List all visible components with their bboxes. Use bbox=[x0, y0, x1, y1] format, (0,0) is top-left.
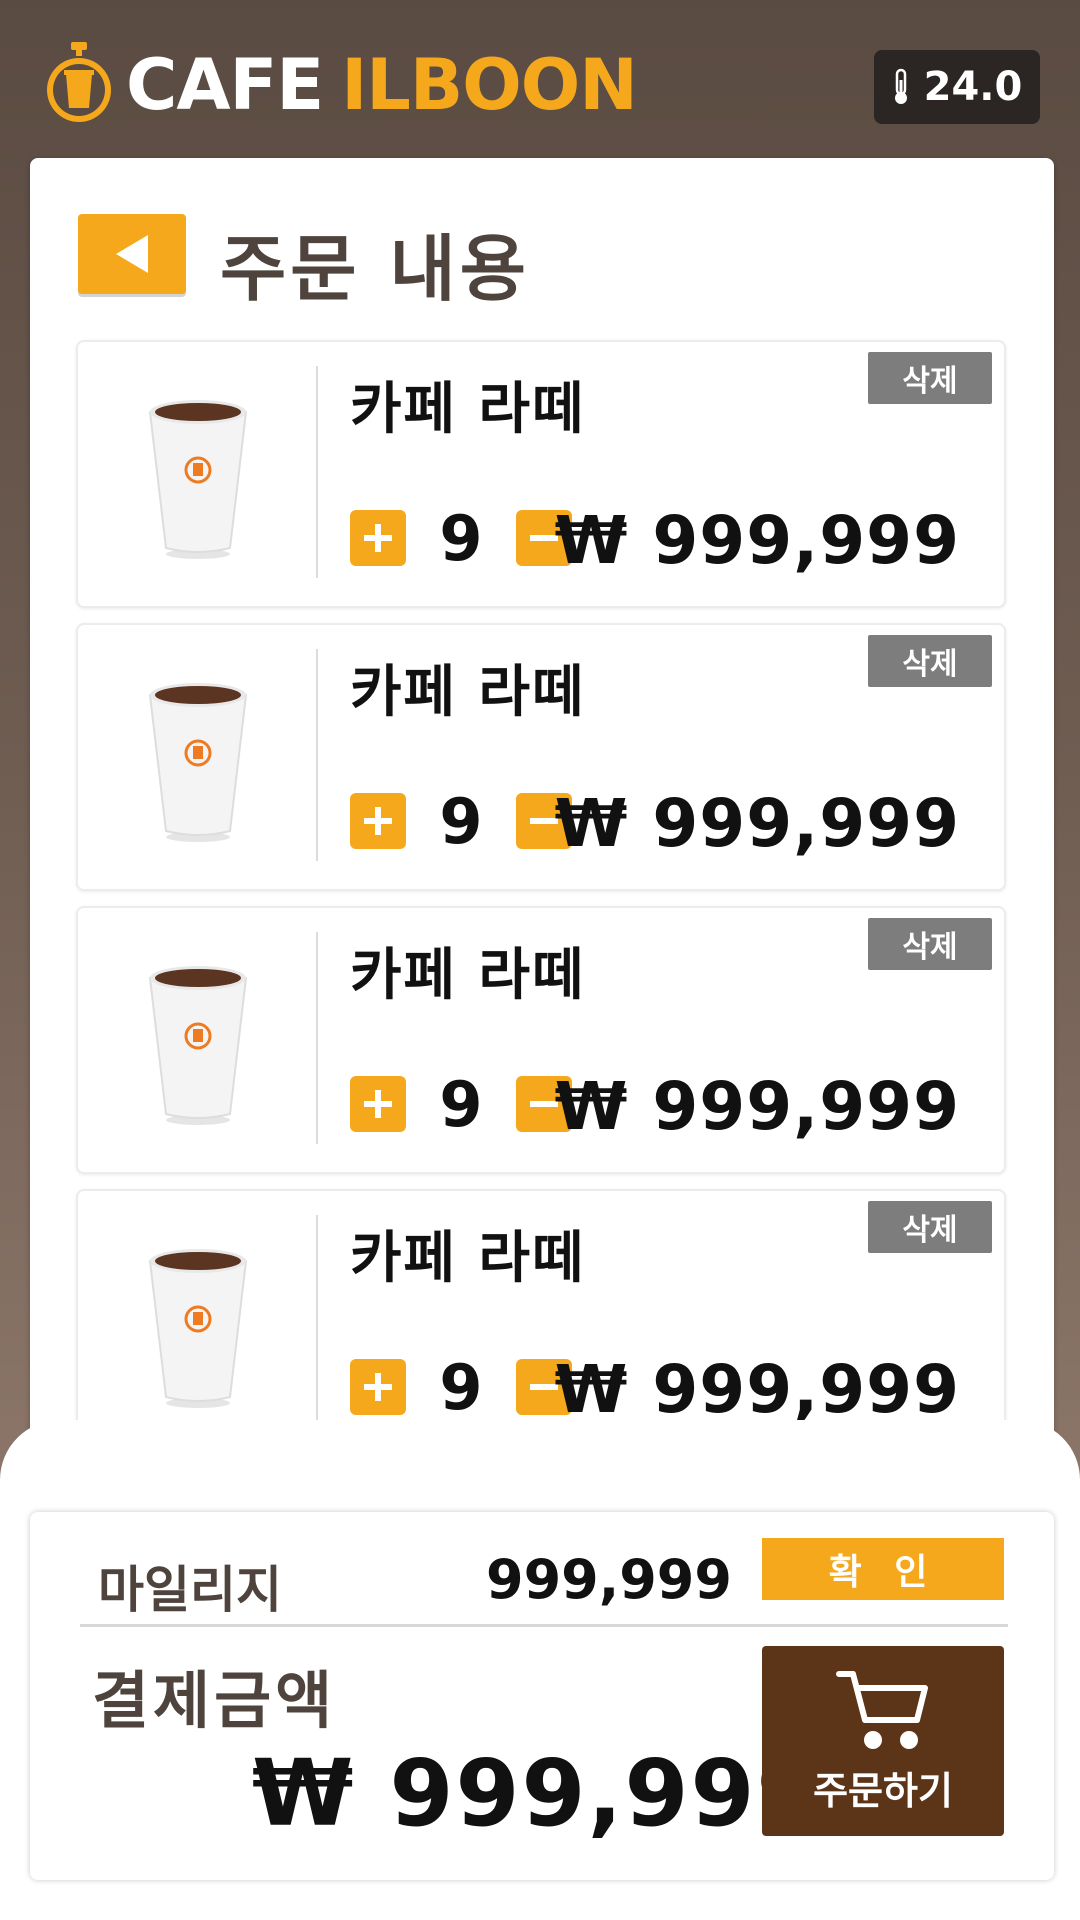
quantity-stepper: 9 bbox=[350, 1068, 572, 1141]
order-item: 카페 라떼 삭제 9 ₩ 999,999 bbox=[76, 340, 1006, 608]
shopping-cart-icon bbox=[836, 1670, 928, 1749]
item-name: 카페 라떼 bbox=[350, 377, 586, 442]
order-item: 카페 라떼 삭제 9 ₩ 999,999 bbox=[76, 1189, 1006, 1457]
quantity-value: 9 bbox=[439, 784, 483, 858]
brand-name-cafe: CAFE bbox=[126, 44, 324, 126]
place-order-label: 주문하기 bbox=[813, 1768, 953, 1813]
header: CAFE ILBOON 24.0 bbox=[0, 0, 1080, 160]
item-price: ₩ 999,999 bbox=[554, 1068, 960, 1145]
thermometer-icon bbox=[894, 68, 907, 104]
back-button[interactable] bbox=[78, 214, 186, 294]
quantity-stepper: 9 bbox=[350, 1351, 572, 1424]
payment-total: ₩ 999,999 bbox=[252, 1740, 823, 1847]
increase-quantity-button[interactable] bbox=[350, 1076, 406, 1132]
order-item: 카페 라떼 삭제 9 ₩ 999,999 bbox=[76, 906, 1006, 1174]
temperature-badge: 24.0 bbox=[874, 50, 1040, 124]
delete-button[interactable]: 삭제 bbox=[868, 635, 992, 687]
mileage-confirm-button[interactable]: 확 인 bbox=[762, 1538, 1004, 1600]
delete-button[interactable]: 삭제 bbox=[868, 918, 992, 970]
delete-button[interactable]: 삭제 bbox=[868, 1201, 992, 1253]
plus-icon bbox=[364, 807, 392, 835]
item-price: ₩ 999,999 bbox=[554, 1351, 960, 1428]
plus-icon bbox=[364, 524, 392, 552]
item-divider bbox=[316, 932, 318, 1144]
item-price: ₩ 999,999 bbox=[554, 502, 960, 579]
item-divider bbox=[316, 649, 318, 861]
coffee-cup-image bbox=[148, 400, 248, 559]
item-price: ₩ 999,999 bbox=[554, 785, 960, 862]
increase-quantity-button[interactable] bbox=[350, 510, 406, 566]
quantity-stepper: 9 bbox=[350, 785, 572, 858]
payment-label: 결제금액 bbox=[92, 1664, 337, 1737]
place-order-button[interactable]: 주문하기 bbox=[762, 1646, 1004, 1836]
increase-quantity-button[interactable] bbox=[350, 793, 406, 849]
payment-summary: 마일리지 999,999 확 인 결제금액 ₩ 999,999 주문하기 bbox=[30, 1512, 1054, 1880]
plus-icon bbox=[364, 1373, 392, 1401]
order-item: 카페 라떼 삭제 9 ₩ 999,999 bbox=[76, 623, 1006, 891]
brand-logo: CAFE ILBOON bbox=[44, 42, 638, 128]
item-divider bbox=[316, 1215, 318, 1427]
mileage-label: 마일리지 bbox=[98, 1561, 282, 1619]
item-name: 카페 라떼 bbox=[350, 660, 586, 725]
stopwatch-cup-icon bbox=[47, 42, 111, 122]
quantity-value: 9 bbox=[439, 501, 483, 575]
coffee-cup-image bbox=[148, 683, 248, 842]
coffee-cup-image bbox=[148, 966, 248, 1125]
mileage-value: 999,999 bbox=[486, 1548, 732, 1611]
delete-button[interactable]: 삭제 bbox=[868, 352, 992, 404]
brand-name-ilboon: ILBOON bbox=[341, 44, 638, 126]
coffee-cup-image bbox=[148, 1249, 248, 1408]
quantity-value: 9 bbox=[439, 1350, 483, 1424]
increase-quantity-button[interactable] bbox=[350, 1359, 406, 1415]
item-divider bbox=[316, 366, 318, 578]
plus-icon bbox=[364, 1090, 392, 1118]
page-title: 주문 내용 bbox=[220, 227, 531, 311]
temperature-value: 24.0 bbox=[923, 64, 1023, 110]
quantity-value: 9 bbox=[439, 1067, 483, 1141]
item-name: 카페 라떼 bbox=[350, 1226, 586, 1291]
back-arrow-icon bbox=[116, 235, 148, 273]
quantity-stepper: 9 bbox=[350, 502, 572, 575]
item-name: 카페 라떼 bbox=[350, 943, 586, 1008]
summary-divider bbox=[80, 1624, 1008, 1627]
order-list: 카페 라떼 삭제 9 ₩ 999,999 카페 라떼 삭제 9 ₩ 999,99… bbox=[76, 340, 1006, 1472]
